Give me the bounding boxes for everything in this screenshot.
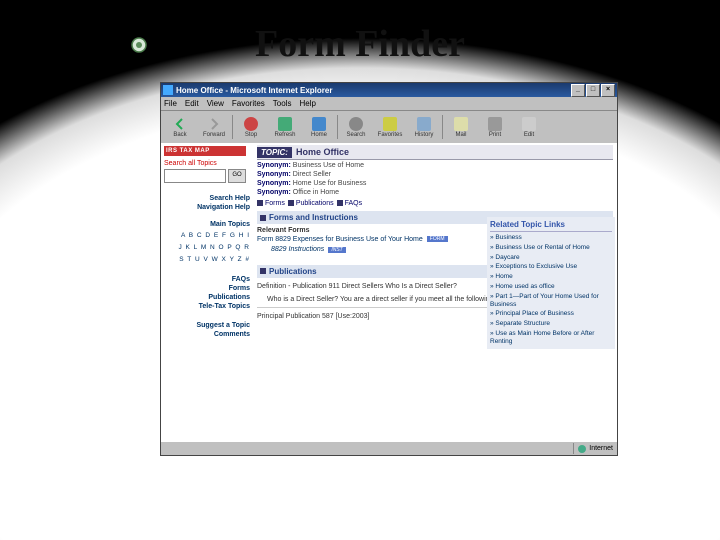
menu-file[interactable]: File xyxy=(164,99,177,108)
topic-header: TOPIC: Home Office xyxy=(257,145,613,160)
irs-logo: IRS TAX MAP xyxy=(164,146,246,156)
search-button[interactable]: Search xyxy=(339,113,373,141)
teletax-link[interactable]: Tele-Tax Topics xyxy=(164,303,250,310)
go-button[interactable]: GO xyxy=(228,169,246,183)
minimize-button[interactable]: _ xyxy=(571,84,585,97)
close-button[interactable]: × xyxy=(601,84,615,97)
related-link[interactable]: » Home used as office xyxy=(490,283,612,291)
forms-link[interactable]: Forms xyxy=(164,285,250,292)
related-link[interactable]: » Separate Structure xyxy=(490,320,612,328)
related-link[interactable]: » Home xyxy=(490,273,612,281)
stop-button[interactable]: Stop xyxy=(234,113,268,141)
tab-forms[interactable]: Forms xyxy=(257,200,285,207)
status-zone: Internet xyxy=(573,443,617,454)
menu-favorites[interactable]: Favorites xyxy=(232,99,265,108)
related-link[interactable]: » Business xyxy=(490,234,612,242)
home-button[interactable]: Home xyxy=(302,113,336,141)
pubs-link[interactable]: Publications xyxy=(164,294,250,301)
menu-view[interactable]: View xyxy=(207,99,224,108)
related-panel: Related Topic Links » Business » Busines… xyxy=(487,217,615,349)
refresh-button[interactable]: Refresh xyxy=(268,113,302,141)
nav-help-link[interactable]: Navigation Help xyxy=(164,204,250,211)
search-input[interactable] xyxy=(164,169,226,183)
edit-button[interactable]: Edit xyxy=(512,113,546,141)
main-topics-hdr: Main Topics xyxy=(164,221,250,228)
main-content: TOPIC: Home Office Synonym: Business Use… xyxy=(253,143,617,441)
print-button[interactable]: Print xyxy=(478,113,512,141)
topic-value: Home Office xyxy=(296,147,349,157)
mail-button[interactable]: Mail xyxy=(444,113,478,141)
menu-help[interactable]: Help xyxy=(299,99,315,108)
browser-window: Home Office - Microsoft Internet Explore… xyxy=(160,82,618,456)
search-label: Search all Topics xyxy=(164,160,250,167)
faqs-link[interactable]: FAQs xyxy=(164,276,250,283)
menu-tools[interactable]: Tools xyxy=(273,99,292,108)
tab-faqs[interactable]: FAQs xyxy=(337,200,363,207)
slide-title: Form Finder xyxy=(0,22,720,66)
forward-button[interactable]: Forward xyxy=(197,113,231,141)
alpha-row-1[interactable]: A B C D E F G H I xyxy=(164,231,250,240)
sidebar: IRS TAX MAP Search all Topics GO Search … xyxy=(161,143,253,441)
tab-pubs[interactable]: Publications xyxy=(288,200,334,207)
globe-icon xyxy=(578,445,586,453)
related-link[interactable]: » Use as Main Home Before or After Renti… xyxy=(490,330,612,346)
synonym-2: Direct Seller xyxy=(293,171,331,178)
menubar: File Edit View Favorites Tools Help xyxy=(161,97,617,111)
history-button[interactable]: History xyxy=(407,113,441,141)
maximize-button[interactable]: □ xyxy=(586,84,600,97)
titlebar: Home Office - Microsoft Internet Explore… xyxy=(161,83,617,97)
suggest-link[interactable]: Suggest a Topic xyxy=(164,322,250,329)
menu-edit[interactable]: Edit xyxy=(185,99,199,108)
related-hdr: Related Topic Links xyxy=(490,220,612,232)
favorites-button[interactable]: Favorites xyxy=(373,113,407,141)
alpha-row-2[interactable]: J K L M N O P Q R xyxy=(164,243,250,252)
search-help-link[interactable]: Search Help xyxy=(164,195,250,202)
related-link[interactable]: » Exceptions to Exclusive Use xyxy=(490,263,612,271)
related-link[interactable]: » Daycare xyxy=(490,254,612,262)
window-title: Home Office - Microsoft Internet Explore… xyxy=(176,86,571,95)
related-link[interactable]: » Principal Place of Business xyxy=(490,310,612,318)
toolbar: Back Forward Stop Refresh Home Search Fa… xyxy=(161,111,617,144)
synonym-1: Business Use of Home xyxy=(293,162,364,169)
back-button[interactable]: Back xyxy=(163,113,197,141)
comments-link[interactable]: Comments xyxy=(164,331,250,338)
synonym-4: Office in Home xyxy=(293,189,339,196)
alpha-row-3[interactable]: S T U V W X Y Z # xyxy=(164,255,250,264)
related-link[interactable]: » Business Use or Rental of Home xyxy=(490,244,612,252)
statusbar: Internet xyxy=(161,441,617,455)
ie-icon xyxy=(163,85,173,95)
related-link[interactable]: » Part 1—Part of Your Home Used for Busi… xyxy=(490,293,612,309)
synonym-3: Home Use for Business xyxy=(293,180,367,187)
anchor-tabs: Forms Publications FAQs xyxy=(257,200,613,207)
topic-label: TOPIC: xyxy=(257,147,292,158)
